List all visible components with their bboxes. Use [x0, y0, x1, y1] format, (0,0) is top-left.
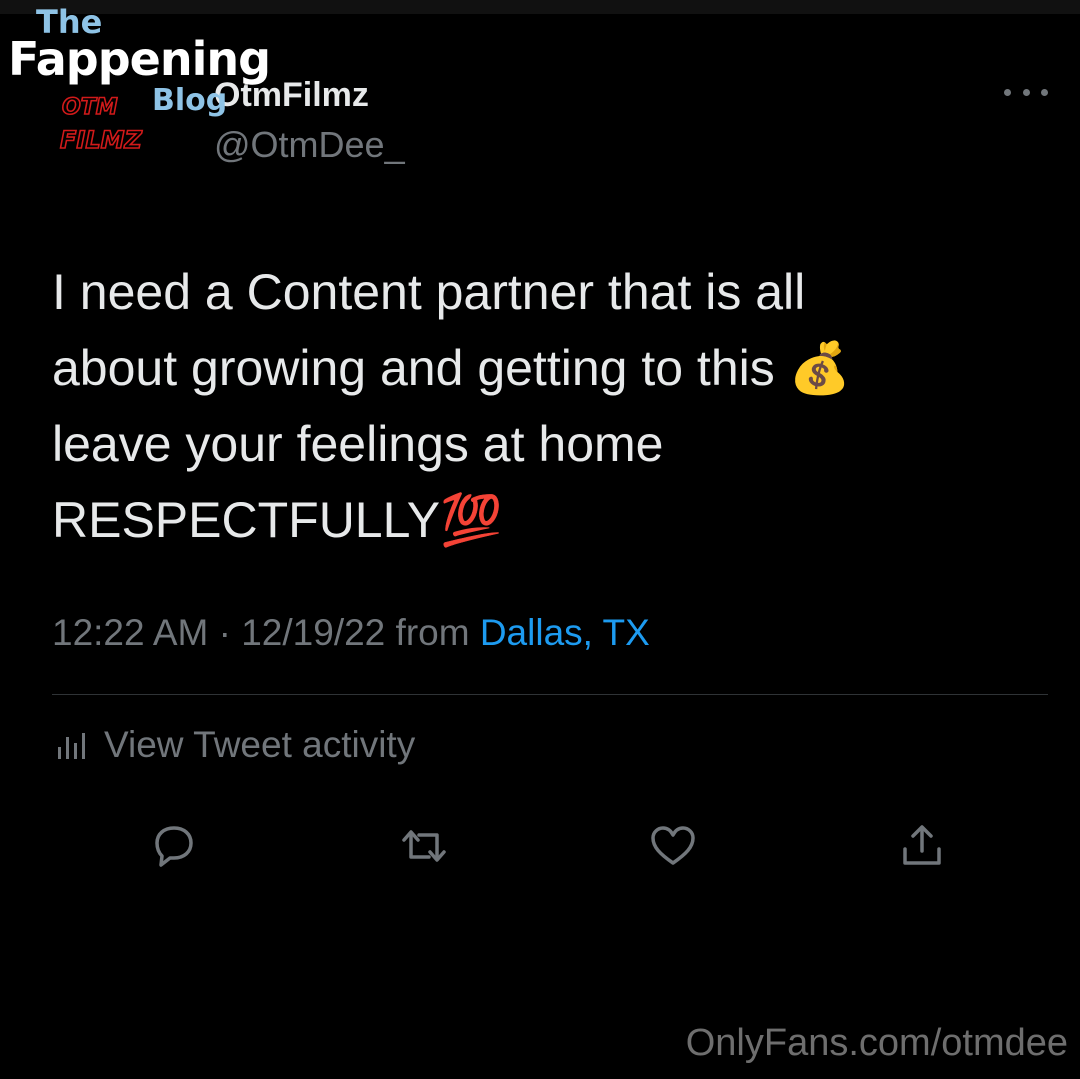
heart-icon	[651, 826, 695, 865]
share-icon	[903, 825, 941, 865]
dot	[1041, 88, 1048, 96]
tweet-location-link[interactable]: Dallas, TX	[480, 612, 650, 653]
analytics-icon	[58, 733, 85, 759]
view-tweet-activity-label: View Tweet activity	[104, 724, 416, 765]
from-label: from	[385, 612, 480, 653]
tweet-date[interactable]: 12/19/22	[241, 612, 385, 653]
tweet-time[interactable]: 12:22 AM	[52, 612, 208, 653]
svg-text:FILMZ: FILMZ	[60, 126, 143, 154]
top-strip	[0, 0, 1080, 14]
view-tweet-activity[interactable]: View Tweet activity	[52, 724, 415, 766]
like-button[interactable]	[645, 818, 701, 874]
watermark-blog: Blog	[152, 83, 228, 118]
dot	[1022, 88, 1030, 96]
divider	[52, 694, 1048, 695]
user-handle[interactable]: @OtmDee_	[214, 124, 405, 166]
share-button[interactable]	[894, 818, 950, 874]
reply-icon	[155, 826, 193, 867]
retweet-icon	[402, 830, 446, 862]
meta-separator: ·	[208, 612, 242, 653]
tweet-text: I need a Content partner that is all abo…	[52, 264, 851, 548]
svg-text:OTM: OTM	[62, 95, 118, 120]
onlyfans-watermark: OnlyFans.com/otmdee	[685, 1022, 1068, 1064]
more-options-icon[interactable]	[1004, 78, 1048, 106]
reply-button[interactable]	[146, 818, 202, 874]
retweet-button[interactable]	[396, 818, 452, 874]
watermark-fappening: Fappening	[8, 32, 271, 86]
tweet-meta: 12:22 AM · 12/19/22 from Dallas, TX	[52, 612, 650, 654]
dot	[1004, 88, 1011, 96]
